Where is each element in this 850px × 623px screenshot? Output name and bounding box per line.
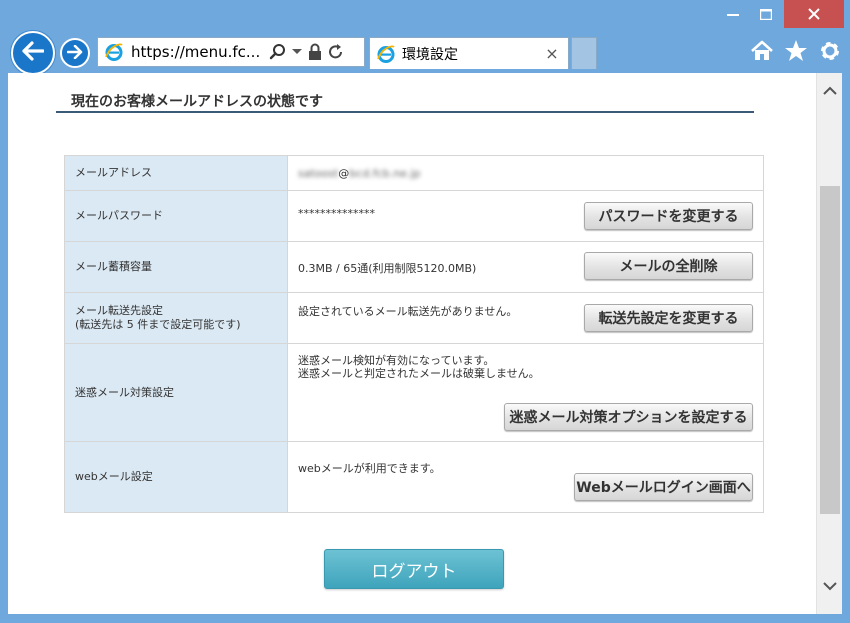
mail-status-table: メールアドレス satoost@bcd.fcb.ne.jp メールパスワード *… [64,155,764,513]
email-user: satoost [298,166,339,180]
spam-policy-line: 迷惑メールと判定されたメールは破棄しません。 [298,367,540,380]
row-label-note: (転送先は 5 件まで設定可能です) [75,318,241,331]
table-row: webメール設定 webメールが利用できます。 Webメールログイン画面へ [64,441,764,513]
row-label: メールパスワード [64,190,288,242]
row-value: 設定されているメール転送先がありません。 転送先設定を変更する [287,292,764,344]
email-domain: bcd.fcb.ne.jp [349,166,421,180]
table-row: メールアドレス satoost@bcd.fcb.ne.jp [64,155,764,191]
close-window-button[interactable] [784,0,844,28]
forward-button[interactable] [60,38,90,68]
scroll-down-icon[interactable] [822,578,838,594]
page-content: 現在のお客様メールアドレスの状態です メールアドレス satoost@bcd.f… [8,73,816,614]
back-arrow-icon [22,41,45,65]
forwarding-status: 設定されているメール転送先がありません。 [298,305,518,318]
chevron-down-icon[interactable] [291,48,303,56]
row-label: webメール設定 [64,441,288,513]
webmail-login-button[interactable]: Webメールログイン画面へ [574,473,753,501]
scrollbar-thumb[interactable] [820,186,840,514]
back-button[interactable] [11,31,55,75]
row-value: 迷惑メール検知が有効になっています。 迷惑メールと判定されたメールは破棄しません… [287,343,764,442]
change-password-button[interactable]: パスワードを変更する [584,202,753,230]
address-url[interactable]: https://menu.fc... [131,43,263,61]
table-row: メールパスワード ************** パスワードを変更する [64,190,764,242]
new-tab-button[interactable] [571,37,597,69]
tab-settings[interactable]: 環境設定 × [369,37,569,69]
row-label: メールアドレス [64,155,288,191]
webmail-status: webメールが利用できます。 [298,462,441,475]
logout-button[interactable]: ログアウト [324,549,504,589]
close-tab-icon[interactable]: × [542,44,562,64]
page-viewport: 現在のお客様メールアドレスの状態です メールアドレス satoost@bcd.f… [8,73,842,614]
maximize-button[interactable] [751,0,781,29]
email-at: @ [338,166,350,180]
row-value: satoost@bcd.fcb.ne.jp [287,155,764,191]
table-row: メール転送先設定 (転送先は 5 件まで設定可能です) 設定されているメール転送… [64,292,764,344]
delete-all-mail-button[interactable]: メールの全削除 [584,252,753,280]
table-row: メール蓄積容量 0.3MB / 65通(利用制限5120.0MB) メールの全削… [64,241,764,293]
forward-arrow-icon [66,44,83,63]
refresh-icon[interactable] [327,43,345,61]
row-label-line: メール転送先設定 [75,304,163,317]
row-value: 0.3MB / 65通(利用制限5120.0MB) メールの全削除 [287,241,764,293]
home-icon[interactable] [750,39,774,63]
title-divider [56,111,754,113]
spam-status-line: 迷惑メール検知が有効になっています。 [298,354,495,367]
storage-usage: 0.3MB / 65通(利用制限5120.0MB) [298,262,477,275]
table-row: 迷惑メール対策設定 迷惑メール検知が有効になっています。 迷惑メールと判定された… [64,343,764,442]
row-label: メール転送先設定 (転送先は 5 件まで設定可能です) [64,292,288,344]
row-label: 迷惑メール対策設定 [64,343,288,442]
navigation-bar: https://menu.fc... 環境設定 × [0,29,850,75]
ie-logo-icon [376,44,396,64]
address-bar[interactable]: https://menu.fc... [97,37,365,67]
page-title: 現在のお客様メールアドレスの状態です [71,94,323,110]
scroll-up-icon[interactable] [822,83,838,99]
gear-icon[interactable] [818,39,842,63]
star-icon[interactable] [784,39,808,63]
browser-window: https://menu.fc... 環境設定 × 現在のお客様メールアドレスの… [0,0,850,623]
spam-options-button[interactable]: 迷惑メール対策オプションを設定する [504,403,753,431]
change-forwarding-button[interactable]: 転送先設定を変更する [584,304,753,332]
password-mask: ************** [298,207,375,220]
row-value: ************** パスワードを変更する [287,190,764,242]
ie-logo-icon [104,42,124,62]
vertical-scrollbar[interactable] [816,73,842,614]
lock-icon[interactable] [307,43,323,61]
search-icon[interactable] [269,43,287,61]
minimize-button[interactable] [718,0,748,29]
row-value: webメールが利用できます。 Webメールログイン画面へ [287,441,764,513]
tab-title: 環境設定 [402,46,458,63]
row-label: メール蓄積容量 [64,241,288,293]
